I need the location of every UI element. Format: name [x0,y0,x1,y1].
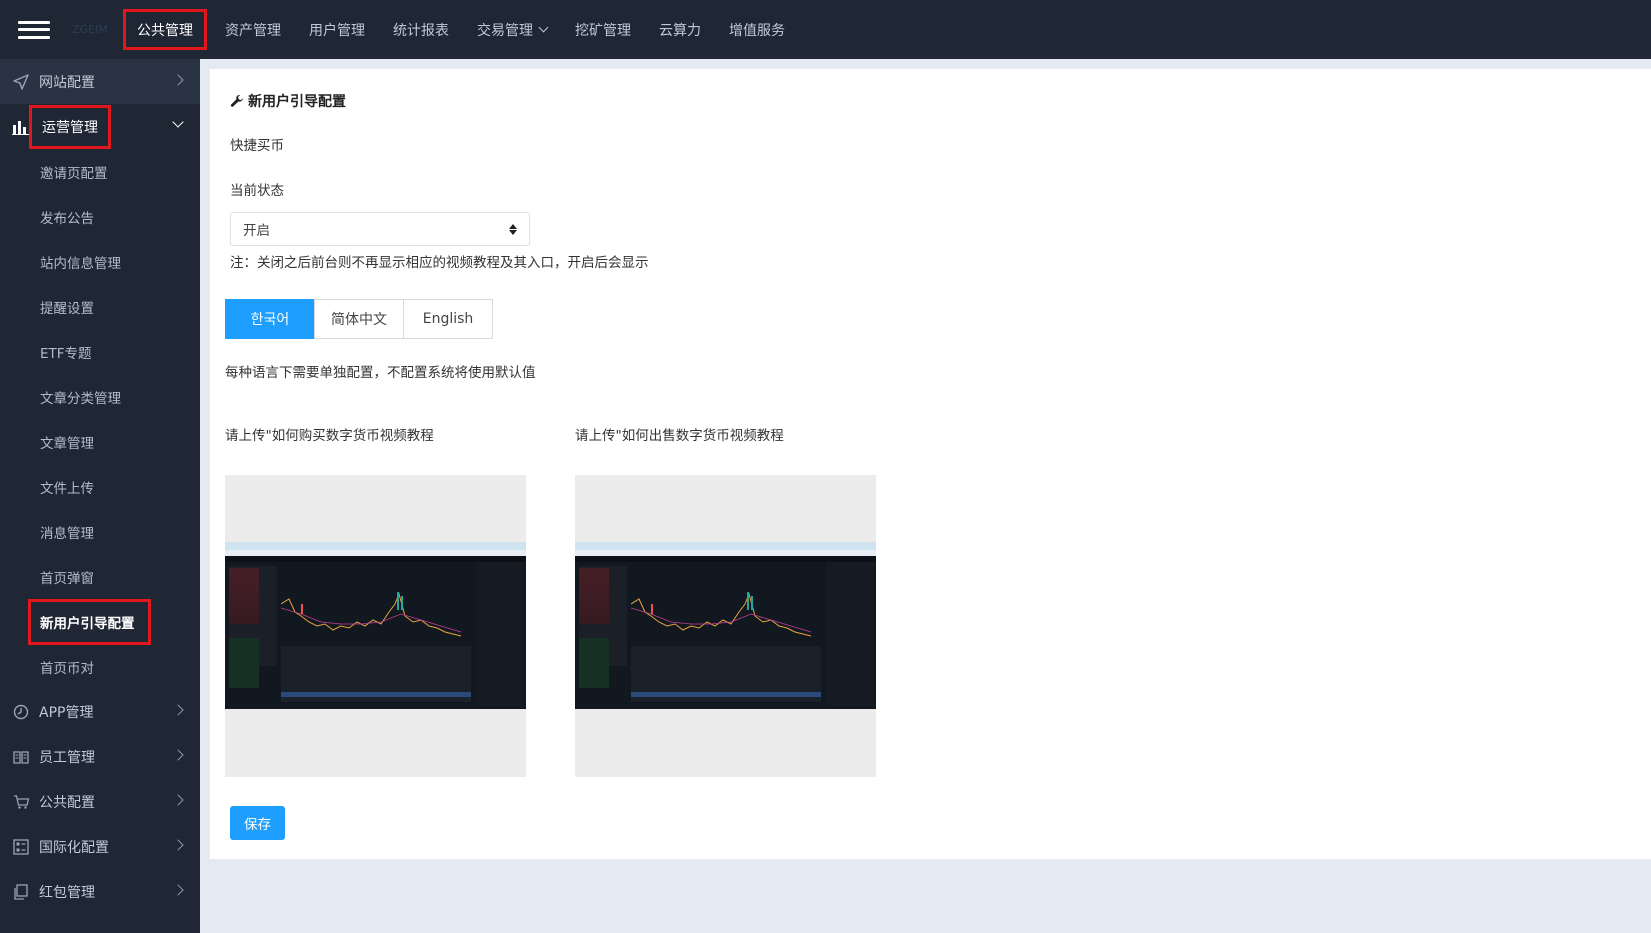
sidebar-item-file-upload[interactable]: 文件上传 [0,464,200,509]
wrench-icon [230,94,243,107]
chevron-right-icon [172,749,184,761]
sidebar-group-operations[interactable]: 运营管理 [0,104,200,149]
save-button[interactable]: 保存 [230,806,285,840]
send-icon [12,73,30,91]
topnav-mining-management[interactable]: 挖矿管理 [561,0,645,59]
topnav-asset-management[interactable]: 资产管理 [211,0,295,59]
menu-toggle-icon[interactable] [18,18,50,42]
clock-icon [12,703,30,721]
topnav-public-management[interactable]: 公共管理 [123,9,207,50]
sidebar-item-articles[interactable]: 文章管理 [0,419,200,464]
sidebar-item-new-user-guide[interactable]: 新用户引导配置 [0,598,200,645]
sidebar-item-home-popup[interactable]: 首页弹窗 [0,554,200,599]
main-content-card: 新用户引导配置 快捷买币 当前状态 开启 注：关闭之后前台则不再显示相应的视频教… [210,69,1651,859]
upload-sell-label: 请上传"如何出售数字货币视频教程 [575,428,784,444]
select-arrows-icon [509,223,517,235]
sidebar: 网站配置 运营管理 邀请页配置 发布公告 站内信息管理 提醒设置 ETF专题 文… [0,59,200,933]
sidebar-group-i18n[interactable]: 国际化配置 [0,824,200,869]
upload-sell-video[interactable] [575,475,876,777]
chevron-right-icon [172,794,184,806]
status-label: 当前状态 [230,183,284,199]
sidebar-group-app[interactable]: APP管理 [0,689,200,734]
sidebar-item-home-pairs[interactable]: 首页币对 [0,644,200,689]
brand-logo: ZGEIM [72,23,108,36]
chevron-down-icon [172,116,184,128]
topnav-statistics[interactable]: 统计报表 [379,0,463,59]
copy-icon [12,883,30,901]
sidebar-group-red-packet[interactable]: 红包管理 [0,869,200,914]
topnav-trade-management[interactable]: 交易管理 [463,0,561,59]
status-select[interactable]: 开启 [230,212,530,246]
top-navbar: ZGEIM 公共管理 资产管理 用户管理 统计报表 交易管理 挖矿管理 云算力 … [0,0,1651,59]
book-icon [12,748,30,766]
top-nav: 公共管理 资产管理 用户管理 统计报表 交易管理 挖矿管理 云算力 增值服务 [121,0,799,59]
sidebar-group-public-config[interactable]: 公共配置 [0,779,200,824]
topnav-value-added[interactable]: 增值服务 [715,0,799,59]
bar-chart-icon [12,118,30,136]
chevron-right-icon [172,74,184,86]
chevron-right-icon [172,839,184,851]
sidebar-group-site-config[interactable]: 网站配置 [0,59,200,104]
sidebar-item-reminder-settings[interactable]: 提醒设置 [0,284,200,329]
topnav-cloud-hashpower[interactable]: 云算力 [645,0,715,59]
upload-buy-video[interactable] [225,475,526,777]
sidebar-group-staff[interactable]: 员工管理 [0,734,200,779]
chevron-right-icon [172,884,184,896]
language-tabs: 한국어 简体中文 English [225,299,493,339]
sidebar-item-messages[interactable]: 消息管理 [0,509,200,554]
tab-korean[interactable]: 한국어 [225,299,315,339]
sidebar-item-invite-page[interactable]: 邀请页配置 [0,149,200,194]
sidebar-item-announcement[interactable]: 发布公告 [0,194,200,239]
video-thumbnail-image [575,542,876,709]
sidebar-item-article-categories[interactable]: 文章分类管理 [0,374,200,419]
tab-english[interactable]: English [403,299,493,339]
tab-simplified-chinese[interactable]: 简体中文 [314,299,404,339]
upload-buy-label: 请上传"如何购买数字货币视频教程 [225,428,434,444]
chevron-right-icon [172,704,184,716]
section-label: 快捷买币 [230,138,284,154]
video-thumbnail-image [225,542,526,709]
language-note: 每种语言下需要单独配置，不配置系统将使用默认值 [225,365,536,381]
cart-icon [12,793,30,811]
sidebar-item-site-messages[interactable]: 站内信息管理 [0,239,200,284]
chevron-down-icon [538,22,549,33]
page-title: 新用户引导配置 [230,91,346,111]
grid-icon [12,838,30,856]
sidebar-item-etf[interactable]: ETF专题 [0,329,200,374]
topnav-user-management[interactable]: 用户管理 [295,0,379,59]
status-note: 注：关闭之后前台则不再显示相应的视频教程及其入口，开启后会显示 [230,255,649,271]
